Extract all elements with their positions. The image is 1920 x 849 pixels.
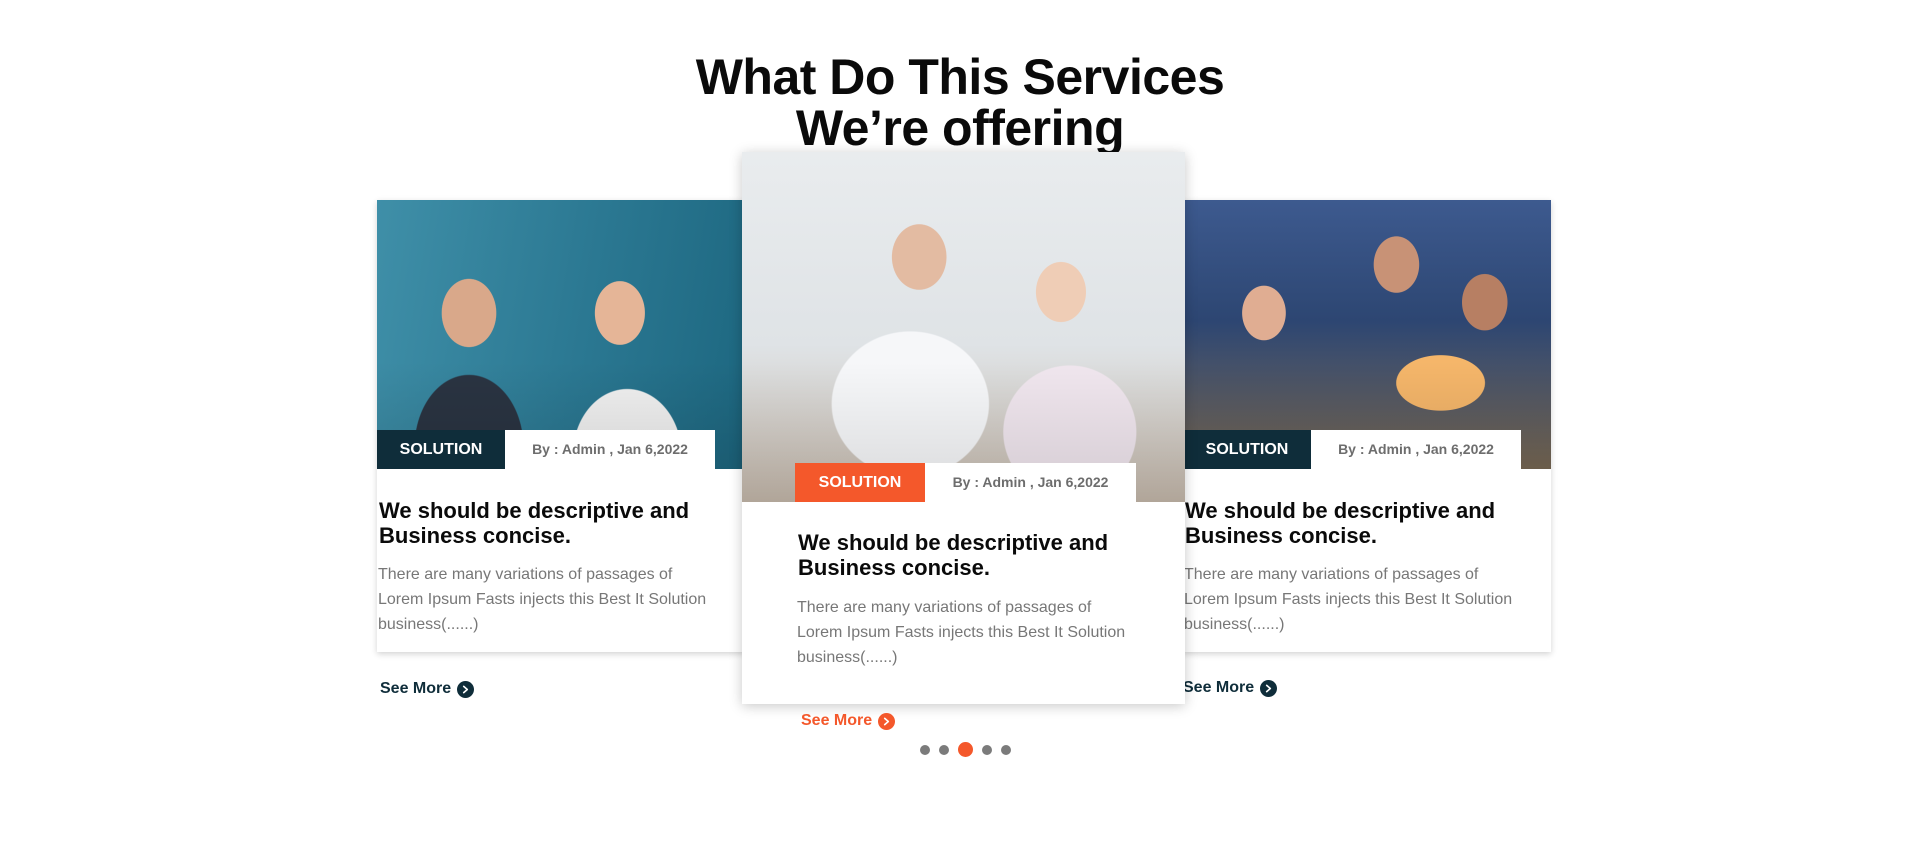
see-more-label: See More <box>380 680 452 697</box>
chevron-right-icon <box>878 712 896 730</box>
see-more-link-center[interactable]: See More <box>801 712 896 730</box>
carousel-dot[interactable] <box>920 744 930 755</box>
card-byline: By : Admin , Jan 6,2022 <box>505 430 715 469</box>
carousel-dot[interactable] <box>939 744 949 755</box>
carousel-dot[interactable] <box>982 744 992 755</box>
section-heading-line2: We’re offering <box>795 100 1125 156</box>
card-tag: SOLUTION <box>1183 430 1311 469</box>
chevron-right-icon <box>457 680 475 698</box>
carousel-dot-active[interactable] <box>958 742 973 757</box>
chevron-right-icon <box>1260 679 1278 697</box>
service-card-left[interactable]: SOLUTION By : Admin , Jan 6,2022 We shou… <box>377 200 745 652</box>
card-photo <box>742 152 1185 502</box>
carousel-dot[interactable] <box>1001 744 1011 755</box>
service-card-right[interactable]: SOLUTION By : Admin , Jan 6,2022 We shou… <box>1183 200 1551 652</box>
card-description: There are many variations of passages of… <box>378 566 707 633</box>
card-description: There are many variations of passages of… <box>1184 566 1513 633</box>
card-photo <box>377 200 745 469</box>
see-more-link-left[interactable]: See More <box>380 680 475 698</box>
card-description: There are many variations of passages of… <box>797 599 1126 666</box>
card-byline: By : Admin , Jan 6,2022 <box>1311 430 1521 469</box>
section-heading-line1: What Do This Services <box>695 49 1225 105</box>
card-tag: SOLUTION <box>377 430 505 469</box>
card-title: We should be descriptive and Business co… <box>1185 498 1496 548</box>
card-tag: SOLUTION <box>795 463 925 502</box>
see-more-label: See More <box>801 712 873 729</box>
section-heading: What Do This Services We’re offering <box>0 52 1920 154</box>
see-more-link-right[interactable]: See More <box>1183 679 1278 697</box>
carousel-pagination <box>920 742 1011 757</box>
service-card-center[interactable]: SOLUTION By : Admin , Jan 6,2022 We shou… <box>742 152 1185 704</box>
see-more-label: See More <box>1183 679 1255 696</box>
card-byline: By : Admin , Jan 6,2022 <box>925 463 1136 502</box>
card-title: We should be descriptive and Business co… <box>798 530 1109 580</box>
card-title: We should be descriptive and Business co… <box>379 498 690 548</box>
card-photo <box>1183 200 1551 469</box>
